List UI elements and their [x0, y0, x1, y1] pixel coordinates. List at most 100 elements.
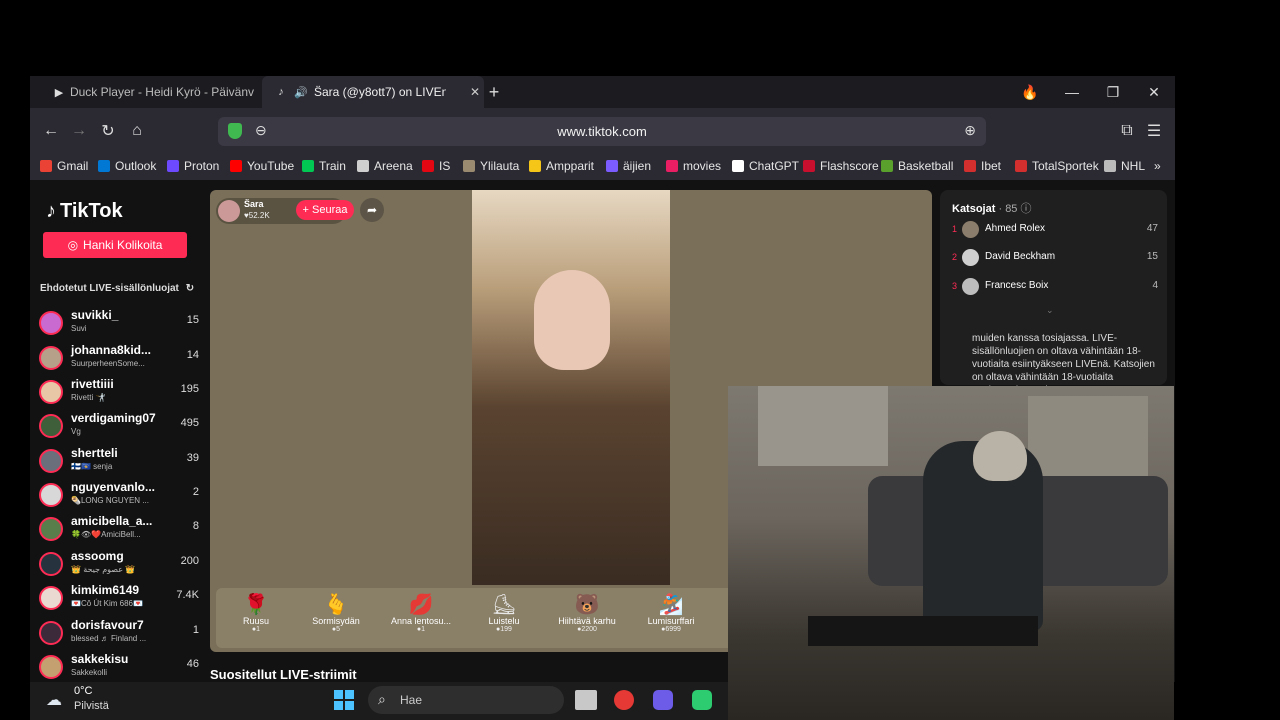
- viewers-panel: Katsojat · 85 ⓘ 1 Ahmed Rolex 47 2 David Be…: [940, 190, 1167, 396]
- bookmark-label: NHL: [1121, 159, 1146, 173]
- viewer-row[interactable]: 1 Ahmed Rolex 47: [952, 220, 1158, 240]
- bookmark-areena[interactable]: Areena: [357, 159, 413, 173]
- chevron-down-icon[interactable]: ⌄: [1046, 305, 1054, 316]
- gift-name: Sormisydän: [312, 616, 360, 626]
- bookmark-train[interactable]: Train: [302, 159, 346, 173]
- live-video[interactable]: [472, 190, 670, 585]
- viewer-row[interactable]: 3 Francesc Boix 4: [952, 277, 1158, 297]
- creator-item[interactable]: suvikki_ Suvi 15: [39, 308, 199, 340]
- gift-name: Anna lentosu...: [390, 616, 452, 626]
- viewer-count: 8: [192, 520, 199, 532]
- bookmark-movies[interactable]: movies: [666, 159, 721, 173]
- close-window-button[interactable]: ✕: [1134, 76, 1174, 108]
- tiktok-logo[interactable]: ♪ TikTok: [46, 200, 123, 223]
- tab-duck-player[interactable]: ▶ Duck Player - Heidi Kyrö - Päivänv: [54, 76, 254, 108]
- bookmark-label: Basketball: [898, 159, 954, 173]
- creator-item[interactable]: rivettiiii Rivetti 🤺 195: [39, 377, 199, 409]
- outlook-icon: [98, 160, 110, 172]
- bookmark-basketball[interactable]: Basketball: [881, 159, 953, 173]
- bookmark-youtube[interactable]: YouTube: [230, 159, 294, 173]
- creator-subtitle: Sakkekolli: [71, 668, 108, 677]
- refresh-icon[interactable]: ↻: [186, 283, 194, 294]
- basketball-icon: [881, 160, 893, 172]
- creator-subtitle: 🍀👁❤️AmiciBell...: [71, 530, 141, 539]
- viewer-score: 15: [1146, 251, 1158, 262]
- viewer-count: 195: [180, 383, 199, 395]
- bookmark-label: Ylilauta: [480, 159, 520, 173]
- bookmark-flashscore[interactable]: Flashscore: [803, 159, 879, 173]
- gmail-icon: [40, 160, 52, 172]
- fire-icon[interactable]: 🔥: [1010, 76, 1050, 108]
- creator-name: johanna8kid...: [71, 343, 152, 357]
- gift-item[interactable]: 🫰 Sormisydän ●5: [296, 592, 376, 633]
- app-icon[interactable]: [692, 690, 712, 710]
- gift-price: ●5: [296, 626, 376, 633]
- creator-item[interactable]: johanna8kid... SuurperheenSome... 14: [39, 343, 199, 375]
- viewers-title: Katsojat · 85 ⓘ: [952, 200, 1032, 216]
- creator-item[interactable]: verdigaming07 Vg 495: [39, 411, 199, 443]
- creator-subtitle: 🌯LONG NGUYEN ...: [71, 496, 149, 505]
- creator-item[interactable]: nguyenvanlo... 🌯LONG NGUYEN ... 2: [39, 480, 199, 512]
- creator-item[interactable]: shertteli 🇫🇮🇽🇰 senja 39: [39, 446, 199, 478]
- bookmark-label: Outlook: [115, 159, 157, 173]
- taskbar-search[interactable]: ⌕ Hae: [368, 686, 564, 714]
- viewer-row[interactable]: 2 David Beckham 15: [952, 248, 1158, 268]
- tab-bar: ▶ Duck Player - Heidi Kyrö - Päivänv ♪ 🔊…: [30, 76, 1175, 108]
- bookmark-label: IS: [439, 159, 451, 173]
- follow-button[interactable]: + Seuraa: [296, 200, 354, 220]
- gift-item[interactable]: 🏂 Lumisurffari ●6999: [631, 592, 711, 633]
- new-tab-button[interactable]: +: [474, 76, 514, 108]
- bookmark-proton[interactable]: Proton: [167, 159, 219, 173]
- bookmark-totalsportek[interactable]: TotalSportek: [1015, 159, 1099, 173]
- home-icon[interactable]: ⌂: [126, 120, 148, 142]
- bookmark-outlook[interactable]: Outlook: [98, 159, 156, 173]
- bookmark-ampparit[interactable]: Ampparit: [529, 159, 594, 173]
- creator-name: rivettiiii: [71, 377, 114, 391]
- bookmark-chatgpt[interactable]: ChatGPT: [732, 159, 799, 173]
- menu-icon[interactable]: ☰: [1143, 120, 1165, 142]
- host-info[interactable]: S̈ara ♥52.2K + Seuraa: [216, 198, 354, 224]
- creator-item[interactable]: amicibella_a... 🍀👁❤️AmiciBell... 8: [39, 514, 199, 546]
- extensions-icon[interactable]: ⧉: [1116, 120, 1138, 142]
- forward-arrow-icon[interactable]: →: [68, 120, 90, 142]
- get-coins-button[interactable]: ◎ Hanki Kolikoita: [43, 232, 187, 258]
- back-arrow-icon[interactable]: ←: [40, 120, 62, 142]
- share-icon[interactable]: ➦: [360, 198, 384, 222]
- bookmark-aijien[interactable]: äijien: [606, 159, 651, 173]
- windows-start-icon[interactable]: [334, 690, 354, 710]
- bookmark-gmail[interactable]: Gmail: [40, 159, 88, 173]
- gift-price: ●2200: [547, 626, 627, 633]
- more-bookmarks-icon[interactable]: »: [1154, 159, 1161, 173]
- reload-icon[interactable]: ↻: [97, 120, 119, 142]
- obs-icon[interactable]: [653, 690, 673, 710]
- bookmark-ylilauta[interactable]: Ylilauta: [463, 159, 519, 173]
- gift-item[interactable]: 🌹 Ruusu ●1: [216, 592, 296, 633]
- gift-icon: 🌹: [243, 594, 269, 616]
- bookmark-is[interactable]: IS: [422, 159, 450, 173]
- creator-item[interactable]: assoomg 👑 عصوم جيحة 👑 200: [39, 549, 199, 581]
- speaker-icon[interactable]: 🔊: [294, 85, 308, 99]
- browser-icon[interactable]: [614, 690, 634, 710]
- minimize-button[interactable]: —: [1052, 76, 1092, 108]
- viewer-rank: 2: [952, 252, 958, 262]
- assistant-icon[interactable]: ⊕: [964, 122, 976, 139]
- address-bar[interactable]: ⊖ www.tiktok.com ⊕: [218, 117, 986, 146]
- file-explorer-icon[interactable]: [575, 690, 597, 710]
- gift-icon: 🏂: [658, 594, 684, 616]
- avatar: [39, 414, 63, 438]
- avatar: [39, 483, 63, 507]
- gift-item[interactable]: 💋 Anna lentosu... ●1: [381, 592, 461, 633]
- gift-item[interactable]: ⛸ Luistelu ●199: [464, 592, 544, 633]
- host-likes-value: 52.2K: [248, 211, 270, 220]
- gift-icon: 🐻: [574, 594, 600, 616]
- creator-item[interactable]: kimkim6149 💌Cô Út Kim 686💌 7.4K: [39, 583, 199, 615]
- bookmark-nhl[interactable]: NHL: [1104, 159, 1145, 173]
- creator-item[interactable]: dorisfavour7 blessed ♬ Finland ... 1: [39, 618, 199, 650]
- gift-item[interactable]: 🐻 Hiihtävä karhu ●2200: [547, 592, 627, 633]
- bookmark-ibet[interactable]: Ibet: [964, 159, 1001, 173]
- tab-tiktok-live[interactable]: ♪ 🔊 S̈ara (@y8ott7) on LIVEnä ✕: [262, 76, 484, 108]
- info-icon[interactable]: ⓘ: [1021, 203, 1032, 215]
- restore-button[interactable]: ❐: [1093, 76, 1133, 108]
- creator-item[interactable]: sakkekisu Sakkekolli 46: [39, 652, 199, 682]
- avatar: [962, 249, 979, 266]
